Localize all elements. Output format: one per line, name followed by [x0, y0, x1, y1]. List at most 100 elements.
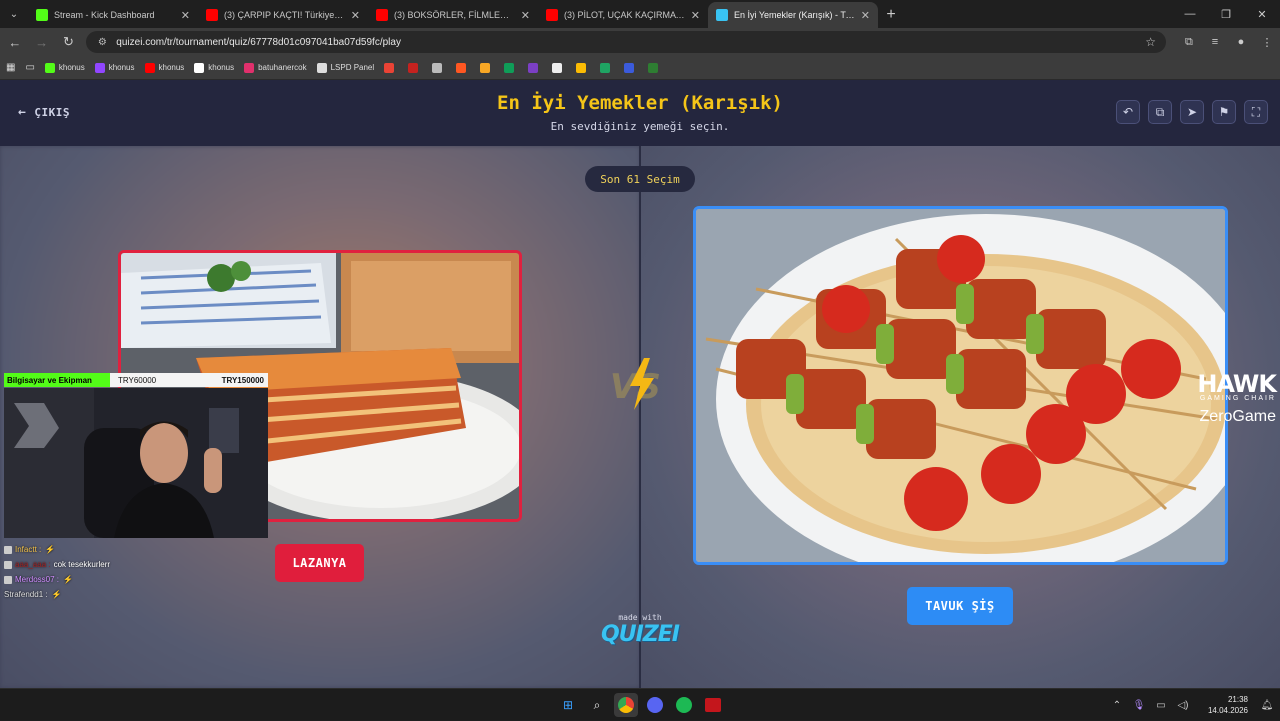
folder-icon[interactable]: ▭ — [25, 62, 34, 73]
app-shortcut-icon[interactable] — [648, 62, 662, 73]
back-button[interactable]: ← — [3, 30, 27, 54]
center-divider — [639, 146, 641, 688]
app-shortcut-icon[interactable] — [624, 62, 638, 73]
tab-title: Stream - Kick Dashboard — [54, 10, 155, 20]
gmail-icon[interactable] — [384, 62, 398, 73]
lspd-icon — [316, 62, 327, 73]
link-icon: ⧉ — [1155, 104, 1165, 119]
close-tab-icon[interactable]: ✕ — [351, 9, 360, 22]
youtube-icon — [206, 9, 218, 21]
browser-tab[interactable]: (3) ÇARPIP KAÇTI! Türkiye'de Ya ✕ — [198, 2, 368, 28]
copy-link-button[interactable]: ⧉ — [1148, 100, 1172, 124]
chrome-icon[interactable] — [614, 693, 638, 717]
chat-username: Strafendd1 : — [4, 590, 48, 599]
bookmark-label: khonus — [58, 63, 85, 72]
stream-chat: Infactt : ⚡ aaa_aaa : cok tesekkurlerr M… — [4, 542, 204, 602]
close-window-button[interactable]: ✕ — [1244, 0, 1280, 28]
close-tab-icon[interactable]: ✕ — [691, 9, 700, 22]
chat-text: cok tesekkurlerr — [53, 560, 111, 569]
chat-badge-icon — [4, 560, 12, 569]
obs-icon[interactable] — [701, 693, 725, 717]
donation-goal-bar: Bilgisayar ve Ekipman TRY60000 TRY150000 — [4, 373, 268, 387]
chat-message: Infactt : ⚡ — [4, 542, 204, 557]
site-info-icon[interactable]: ⚙ — [96, 36, 108, 48]
minimize-button[interactable]: — — [1172, 0, 1208, 28]
made-with-quizei[interactable]: made with QUIZEI — [596, 613, 684, 647]
network-icon[interactable]: ▭ — [1150, 700, 1172, 711]
sheets-icon[interactable] — [504, 62, 518, 73]
drive-icon[interactable] — [600, 62, 614, 73]
new-tab-button[interactable]: + — [878, 2, 904, 28]
app-shortcut-icon[interactable] — [480, 62, 494, 73]
chevron-up-icon[interactable]: ⌃ — [1106, 700, 1128, 711]
bookmark-item[interactable]: batuhanercok — [244, 62, 307, 73]
quiz-subtitle: En sevdiğiniz yemeği seçin. — [550, 120, 730, 133]
webcam-overlay — [4, 388, 268, 538]
clock[interactable]: 21:38 14.04.2026 — [1194, 694, 1248, 716]
chat-badge-icon — [4, 575, 12, 584]
sponsor-partner: ZeroGame — [1199, 408, 1276, 425]
url-bar[interactable]: ⚙ quizei.com/tr/tournament/quiz/67778d01… — [86, 31, 1166, 53]
reading-list-icon[interactable]: ≡ — [1202, 30, 1228, 54]
microphone-icon[interactable]: 🎙︎ — [1128, 700, 1150, 711]
reload-button[interactable]: ↻ — [57, 30, 81, 54]
tab-title: (3) ÇARPIP KAÇTI! Türkiye'de Ya — [224, 10, 345, 20]
apps-icon[interactable]: ▦ — [6, 62, 15, 73]
close-tab-icon[interactable]: ✕ — [521, 9, 530, 22]
bookmark-item[interactable]: khonus — [44, 62, 85, 73]
bookmark-item[interactable]: khonus — [144, 62, 185, 73]
bookmark-item[interactable]: khonus — [94, 62, 135, 73]
taskbar-apps: ⊞ ⌕ — [556, 693, 730, 717]
undo-icon: ↶ — [1122, 105, 1134, 119]
bookmark-label: khonus — [158, 63, 185, 72]
gmail-icon[interactable] — [408, 62, 422, 73]
discord-icon[interactable] — [643, 693, 667, 717]
share-button[interactable]: ➤ — [1180, 100, 1204, 124]
right-choice-card[interactable] — [693, 206, 1228, 565]
instagram-icon — [244, 62, 255, 73]
browser-tab[interactable]: (3) BOKSÖRLER, FİLMLERDEKİ B ✕ — [368, 2, 538, 28]
bookmark-star-icon[interactable]: ☆ — [1145, 35, 1156, 49]
extensions-icon[interactable]: ⧉ — [1176, 30, 1202, 54]
tab-search-button[interactable]: ⌄ — [0, 0, 28, 28]
profile-avatar[interactable]: ● — [1228, 30, 1254, 54]
emote-icon: ⚡ — [45, 545, 56, 554]
donation-goal-label: Bilgisayar ve Ekipman — [4, 373, 110, 387]
browser-tab[interactable]: (3) PİLOT, UÇAK KAÇIRMA SAH ✕ — [538, 2, 708, 28]
spotify-icon[interactable] — [672, 693, 696, 717]
search-icon[interactable]: ⌕ — [585, 693, 609, 717]
choose-right-button[interactable]: TAVUK ŞİŞ — [907, 587, 1013, 625]
emote-icon: ⚡ — [51, 590, 62, 599]
browser-tab[interactable]: Stream - Kick Dashboard ✕ — [28, 2, 198, 28]
app-shortcut-icon[interactable] — [576, 62, 590, 73]
system-tray: ⌃ 🎙︎ ▭ ◁) 21:38 14.04.2026 🔔︎ — [1106, 689, 1280, 721]
quiz-page: ← ÇIKIŞ En İyi Yemekler (Karışık) En sev… — [0, 80, 1280, 688]
fullscreen-button[interactable]: ⛶ — [1244, 100, 1268, 124]
flag-icon: ⚑ — [1218, 105, 1230, 119]
close-tab-icon[interactable]: ✕ — [181, 9, 190, 22]
app-shortcut-icon[interactable] — [552, 62, 566, 73]
bookmark-item[interactable]: khonus — [194, 62, 234, 73]
restore-button[interactable]: ❐ — [1208, 0, 1244, 28]
webcam-feed — [4, 388, 268, 538]
forms-icon[interactable] — [528, 62, 542, 73]
choose-left-button[interactable]: LAZANYA — [275, 544, 364, 582]
undo-button[interactable]: ↶ — [1116, 100, 1140, 124]
app-shortcut-icon[interactable] — [456, 62, 470, 73]
x-icon — [194, 62, 205, 73]
calculator-icon[interactable] — [432, 62, 446, 73]
bookmark-item[interactable]: LSPD Panel — [316, 62, 374, 73]
chat-badge-icon — [4, 545, 12, 554]
chat-message: aaa_aaa : cok tesekkurlerr — [4, 557, 204, 572]
volume-icon[interactable]: ◁) — [1172, 700, 1194, 711]
window-controls: — ❐ ✕ — [1172, 0, 1280, 28]
close-tab-icon[interactable]: ✕ — [861, 9, 870, 22]
address-toolbar: ← → ↻ ⚙ quizei.com/tr/tournament/quiz/67… — [0, 28, 1280, 56]
notification-bell-icon[interactable]: 🔔︎ — [1258, 700, 1276, 711]
youtube-icon — [546, 9, 558, 21]
report-button[interactable]: ⚑ — [1212, 100, 1236, 124]
windows-start-icon[interactable]: ⊞ — [556, 693, 580, 717]
menu-icon[interactable]: ⋮ — [1254, 30, 1280, 54]
forward-button[interactable]: → — [30, 30, 54, 54]
browser-tab-active[interactable]: En İyi Yemekler (Karışık) - Tier L ✕ — [708, 2, 878, 28]
